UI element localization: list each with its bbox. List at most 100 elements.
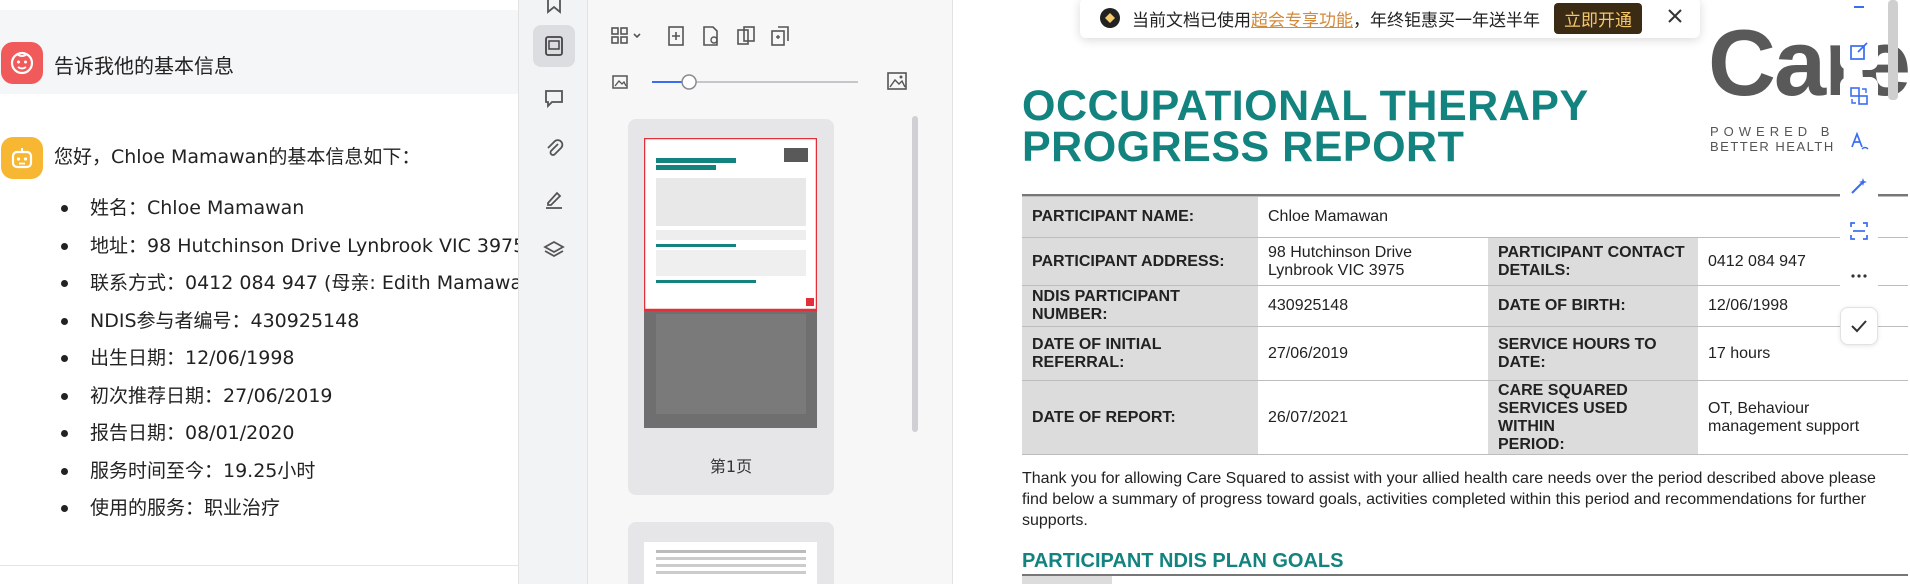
ndis-label: NDIS PARTICIPANT NUMBER: (1022, 285, 1258, 327)
promo-banner: 当前文档已使用 超会专享功能 ，年终钜惠买一年送半年 立即开通 (1080, 0, 1700, 38)
insert-page-button[interactable] (664, 24, 688, 48)
activate-now-button[interactable]: 立即开通 (1554, 2, 1642, 34)
contact-label: PARTICIPANT CONTACT DETAILS: (1488, 237, 1698, 286)
view-mode-dropdown[interactable] (610, 24, 644, 48)
referral-value: 27/06/2019 (1258, 326, 1488, 381)
bot-avatar (1, 137, 43, 179)
small-image-icon (612, 75, 628, 89)
services-label-line-3: PERIOD: (1498, 435, 1565, 453)
table-row: PARTICIPANT ADDRESS: 98 Hutchinson Drive… (1022, 237, 1908, 286)
bot-intro-text: 您好，Chloe Mamawan的基本信息如下： (54, 146, 421, 168)
minimize-button[interactable] (1840, 0, 1878, 26)
bookmark-button[interactable] (533, 0, 575, 24)
table-row: NDIS PARTICIPANT NUMBER: 430925148 DATE … (1022, 285, 1908, 327)
intro-paragraph: Thank you for allowing Care Squared to a… (1022, 470, 1876, 529)
chat-panel: 告诉我他的基本信息 您好，Chloe Mamawan的基本信息如下： 姓名：Ch… (0, 0, 518, 584)
goals-heading: PARTICIPANT NDIS PLAN GOALS (1022, 550, 1344, 572)
more-button[interactable] (1840, 257, 1878, 295)
thumbnail-icon (545, 36, 563, 56)
address-value: 98 Hutchinson Drive Lynbrook VIC 3975 (1258, 237, 1488, 286)
promo-feature-link[interactable]: 超会专享功能 (1251, 6, 1353, 31)
title-line-1: OCCUPATIONAL THERAPY (1022, 82, 1589, 130)
layers-button[interactable] (533, 229, 575, 271)
page-label: 第1页 (709, 457, 753, 476)
promo-text-after: ，年终钜惠买一年送半年 (1353, 10, 1540, 31)
address-label: PARTICIPANT ADDRESS: (1022, 237, 1258, 286)
list-item: 出生日期：12/06/1998 (61, 344, 518, 382)
list-item: 报告日期：08/01/2020 (61, 419, 518, 457)
comment-button[interactable] (533, 77, 575, 119)
document-view: OCCUPATIONAL THERAPY PROGRESS REPORT Car… (954, 0, 1910, 584)
crop-edit-button[interactable] (1840, 32, 1878, 70)
page-preview-graphic (644, 138, 817, 428)
title-line-2: PROGRESS REPORT (1022, 123, 1465, 171)
page-preview (644, 138, 817, 428)
contact-label-line-1: PARTICIPANT CONTACT (1498, 243, 1685, 261)
attachment-button[interactable] (533, 127, 575, 169)
info-list: 姓名：Chloe Mamawan 地址：98 Hutchinson Drive … (61, 194, 518, 532)
signature-icon (546, 191, 562, 209)
extract-page-icon (771, 26, 789, 46)
scan-button[interactable] (1840, 212, 1878, 250)
close-promo-button[interactable] (1666, 6, 1684, 31)
comment-icon (545, 90, 563, 109)
thumbnail-button[interactable] (533, 25, 575, 67)
services-label-line-1: CARE SQUARED (1498, 381, 1628, 399)
document-title: OCCUPATIONAL THERAPY PROGRESS REPORT (1022, 82, 1589, 171)
zoom-in-thumb-button[interactable] (884, 68, 910, 94)
participant-name-value: Chloe Mamawan (1258, 196, 1908, 238)
list-item: 初次推荐日期：27/06/2019 (61, 382, 518, 420)
bookmark-icon (547, 0, 561, 14)
zoom-out-thumb-button[interactable] (608, 70, 632, 94)
check-icon (1851, 320, 1867, 333)
user-message-text: 告诉我他的基本信息 (54, 54, 234, 78)
user-message-row: 告诉我他的基本信息 (0, 10, 518, 94)
text-style-icon (1851, 131, 1869, 150)
crop-edit-icon (1850, 42, 1868, 60)
magic-wand-icon (1851, 178, 1867, 194)
page-thumbnail-2[interactable] (628, 522, 834, 584)
confirm-button[interactable] (1840, 307, 1878, 345)
ai-magic-button[interactable] (1840, 167, 1878, 205)
text-style-button[interactable] (1840, 122, 1878, 160)
insert-page-icon (668, 26, 684, 46)
large-image-icon (887, 72, 907, 90)
convert-button[interactable] (1840, 77, 1878, 115)
convert-icon (1850, 87, 1868, 105)
services-label-line-2: SERVICES USED WITHIN (1498, 399, 1628, 435)
scan-icon (1850, 222, 1868, 240)
minus-icon (1854, 6, 1864, 8)
vip-badge-icon (1100, 8, 1120, 28)
insert-file-icon (703, 26, 718, 46)
participant-info-table: PARTICIPANT NAME: Chloe Mamawan PARTICIP… (1022, 196, 1908, 455)
document-scrollbar[interactable] (1888, 0, 1898, 100)
user-face-icon (10, 51, 34, 75)
replace-page-icon (737, 26, 755, 45)
thumbnail-zoom-slider[interactable] (650, 72, 860, 92)
list-item: 姓名：Chloe Mamawan (61, 194, 518, 232)
extract-page-button[interactable] (768, 24, 792, 48)
services-label: CARE SQUARED SERVICES USED WITHIN PERIOD: (1488, 380, 1698, 455)
thumbnail-scrollbar[interactable] (912, 116, 918, 432)
address-line-2: Lynbrook VIC 3975 (1268, 261, 1405, 279)
hours-label-line-1: SERVICE HOURS TO (1498, 335, 1657, 353)
contact-label-line-2: DETAILS: (1498, 261, 1571, 279)
referral-label: DATE OF INITIAL REFERRAL: (1022, 326, 1258, 381)
hours-label-line-2: DATE: (1498, 353, 1546, 371)
logo-tagline-2: BETTER HEALTH G (1710, 139, 1852, 154)
thumbnail-panel: 第1页 (588, 0, 953, 584)
list-item: NDIS参与者编号：430925148 (61, 307, 518, 345)
list-item: 使用的服务：职业治疗 (61, 494, 518, 532)
list-item: 联系方式：0412 084 947 (母亲: Edith Mamawan) (61, 269, 518, 307)
report-date-label: DATE OF REPORT: (1022, 380, 1258, 455)
promo-text-before: 当前文档已使用 (1132, 10, 1251, 31)
report-date-value: 26/07/2021 (1258, 380, 1488, 455)
tool-rail (518, 0, 588, 584)
signature-button[interactable] (533, 178, 575, 220)
replace-page-button[interactable] (734, 24, 758, 48)
dob-label: DATE OF BIRTH: (1488, 285, 1698, 327)
ndis-value: 430925148 (1258, 285, 1488, 327)
services-value: OT, Behaviour management support (1698, 380, 1908, 455)
insert-file-button[interactable] (699, 24, 723, 48)
page-thumbnail-1[interactable]: 第1页 (628, 119, 834, 495)
